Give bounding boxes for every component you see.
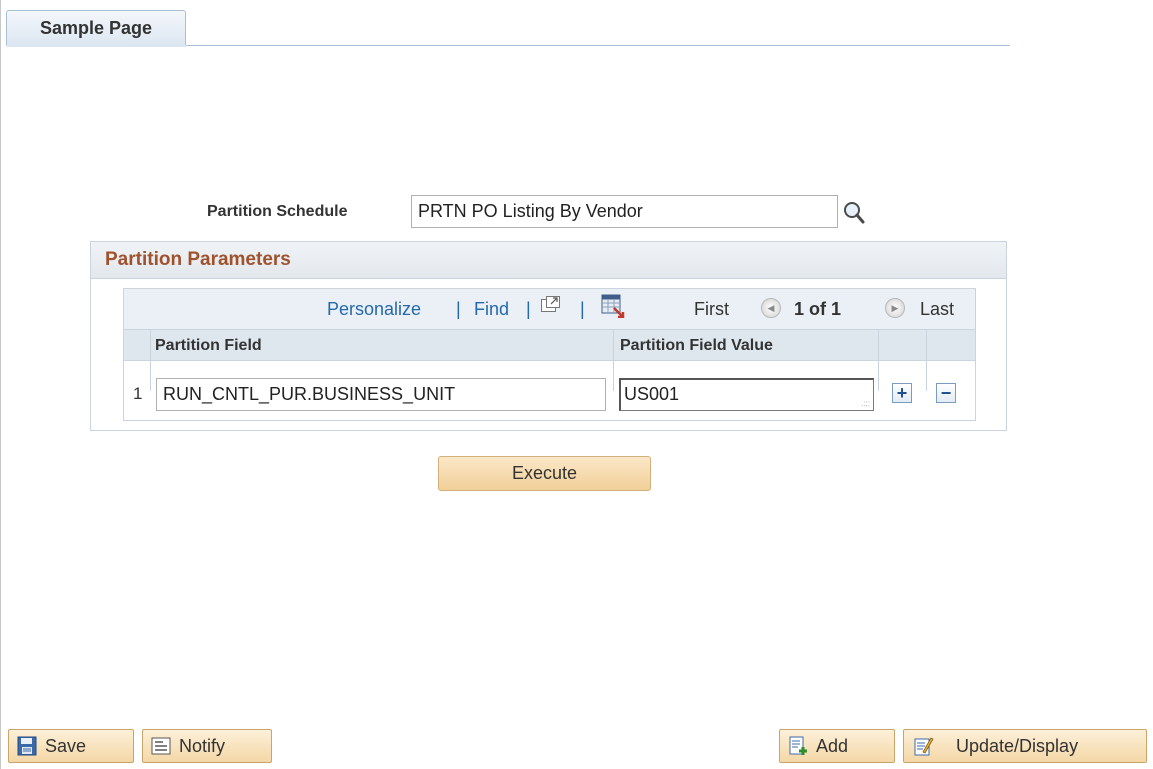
last-label: Last [920, 299, 955, 319]
previous-row-button[interactable]: ◀ [761, 298, 781, 318]
partition-field-value-text: US001 [624, 384, 680, 404]
view-all-icon[interactable] [540, 295, 562, 320]
grid-navigation-bar: Personalize | Find | | First ◀ 1 of 1 ▶ … [124, 289, 975, 329]
add-row-button[interactable]: + [892, 383, 912, 403]
next-row-button[interactable]: ▶ [885, 298, 905, 318]
save-button[interactable]: Save [8, 729, 134, 763]
resize-handle-icon[interactable]: .::: [861, 400, 870, 408]
delete-row-button[interactable]: − [936, 383, 956, 403]
column-header-partition-field-value: Partition Field Value [620, 337, 773, 354]
notify-button[interactable]: Notify [142, 729, 272, 763]
partition-schedule-input[interactable] [411, 195, 838, 228]
partition-schedule-label: Partition Schedule [207, 203, 348, 220]
grid-header-row: Partition Field Partition Field Value [124, 329, 975, 361]
column-divider [613, 329, 614, 391]
partition-field-input[interactable] [156, 378, 606, 411]
tab-divider [186, 45, 1010, 46]
nav-separator: | [526, 299, 531, 319]
add-icon [788, 736, 808, 756]
nav-separator: | [456, 299, 461, 319]
page-left-border [0, 0, 1, 769]
row-position-indicator: 1 of 1 [794, 299, 842, 319]
tab-sample-page[interactable]: Sample Page [6, 10, 186, 46]
personalize-link[interactable]: Personalize [327, 299, 421, 320]
row-number: 1 [133, 384, 143, 403]
groupbox-title: Partition Parameters [91, 242, 1006, 279]
download-excel-icon[interactable] [601, 294, 625, 323]
notify-icon [151, 736, 171, 756]
column-divider [878, 329, 879, 391]
tab-label: Sample Page [39, 18, 153, 38]
find-link[interactable]: Find [474, 299, 509, 320]
search-icon[interactable] [842, 199, 866, 225]
partition-field-value-input[interactable]: US001 .::: [619, 378, 874, 411]
save-icon [17, 736, 37, 756]
column-divider [926, 329, 927, 391]
update-display-icon [914, 736, 934, 756]
notify-label: Notify [179, 735, 226, 756]
nav-separator: | [580, 299, 585, 319]
column-header-partition-field: Partition Field [155, 337, 262, 354]
execute-button[interactable]: Execute [438, 456, 651, 491]
add-label: Add [816, 735, 849, 756]
column-divider [150, 329, 151, 391]
first-label: First [694, 299, 729, 319]
save-label: Save [45, 735, 87, 756]
partition-parameters-grid: Personalize | Find | | First ◀ 1 of 1 ▶ … [123, 288, 976, 421]
update-display-button[interactable]: Update/Display [903, 729, 1147, 763]
add-button[interactable]: Add [779, 729, 895, 763]
update-display-label: Update/Display [956, 735, 1079, 756]
tab-active-indicator [6, 45, 186, 47]
